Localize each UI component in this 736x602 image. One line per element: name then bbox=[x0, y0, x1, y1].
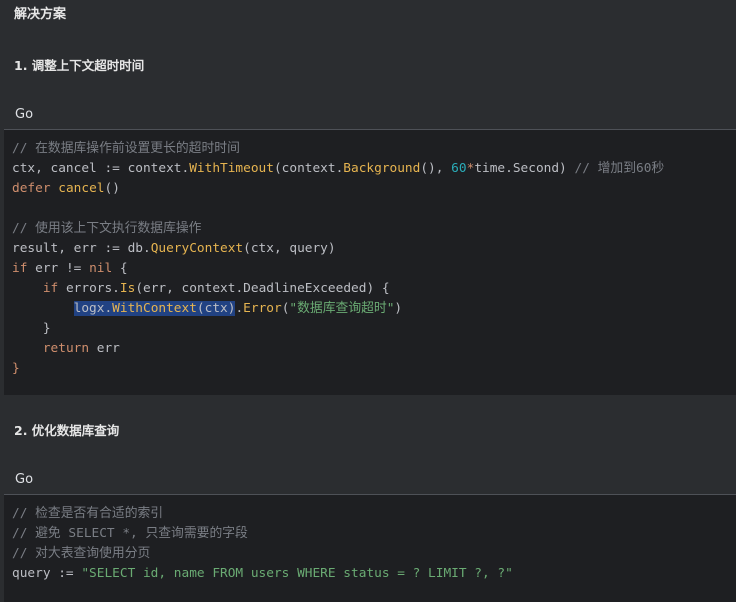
code-line: } bbox=[12, 321, 51, 336]
language-text: Go bbox=[15, 471, 34, 487]
code-language-label: Go bbox=[4, 99, 736, 130]
code-line: if err != nil { bbox=[12, 261, 128, 276]
code-language-label: Go bbox=[4, 464, 736, 495]
section-title: 解决方案 bbox=[14, 7, 67, 22]
code-line: defer cancel() bbox=[12, 181, 120, 196]
code-block-1: Go // 在数据库操作前设置更长的超时时间 ctx, cancel := co… bbox=[4, 99, 736, 395]
code-line: return err bbox=[42, 341, 120, 356]
code-line: // 对大表查询使用分页 bbox=[12, 546, 151, 561]
code-line: result, err := db.QueryContext(ctx, quer… bbox=[12, 241, 336, 256]
code-line: // 避免 SELECT *, 只查询需要的字段 bbox=[12, 526, 248, 541]
language-text: Go bbox=[15, 106, 34, 122]
code-line: ctx, cancel := context.WithTimeout(conte… bbox=[12, 161, 665, 176]
code-line: // 检查是否有合适的索引 bbox=[12, 506, 164, 521]
code-line: // 使用该上下文执行数据库操作 bbox=[12, 221, 202, 236]
code-line: query := "SELECT id, name FROM users WHE… bbox=[12, 566, 513, 581]
code-body[interactable]: // 检查是否有合适的索引 // 避免 SELECT *, 只查询需要的字段 /… bbox=[4, 495, 736, 584]
code-line: logx.WithContext(ctx).Error("数据库查询超时") bbox=[73, 301, 403, 316]
step-1-heading: 1. 调整上下文超时时间 bbox=[14, 58, 145, 73]
code-line: if errors.Is(err, context.DeadlineExceed… bbox=[42, 281, 390, 296]
code-line: } bbox=[12, 361, 20, 376]
code-block-2: Go // 检查是否有合适的索引 // 避免 SELECT *, 只查询需要的字… bbox=[4, 464, 736, 602]
code-body[interactable]: // 在数据库操作前设置更长的超时时间 ctx, cancel := conte… bbox=[4, 130, 736, 379]
step-2-heading: 2. 优化数据库查询 bbox=[14, 423, 120, 438]
code-line: // 在数据库操作前设置更长的超时时间 bbox=[12, 141, 240, 156]
